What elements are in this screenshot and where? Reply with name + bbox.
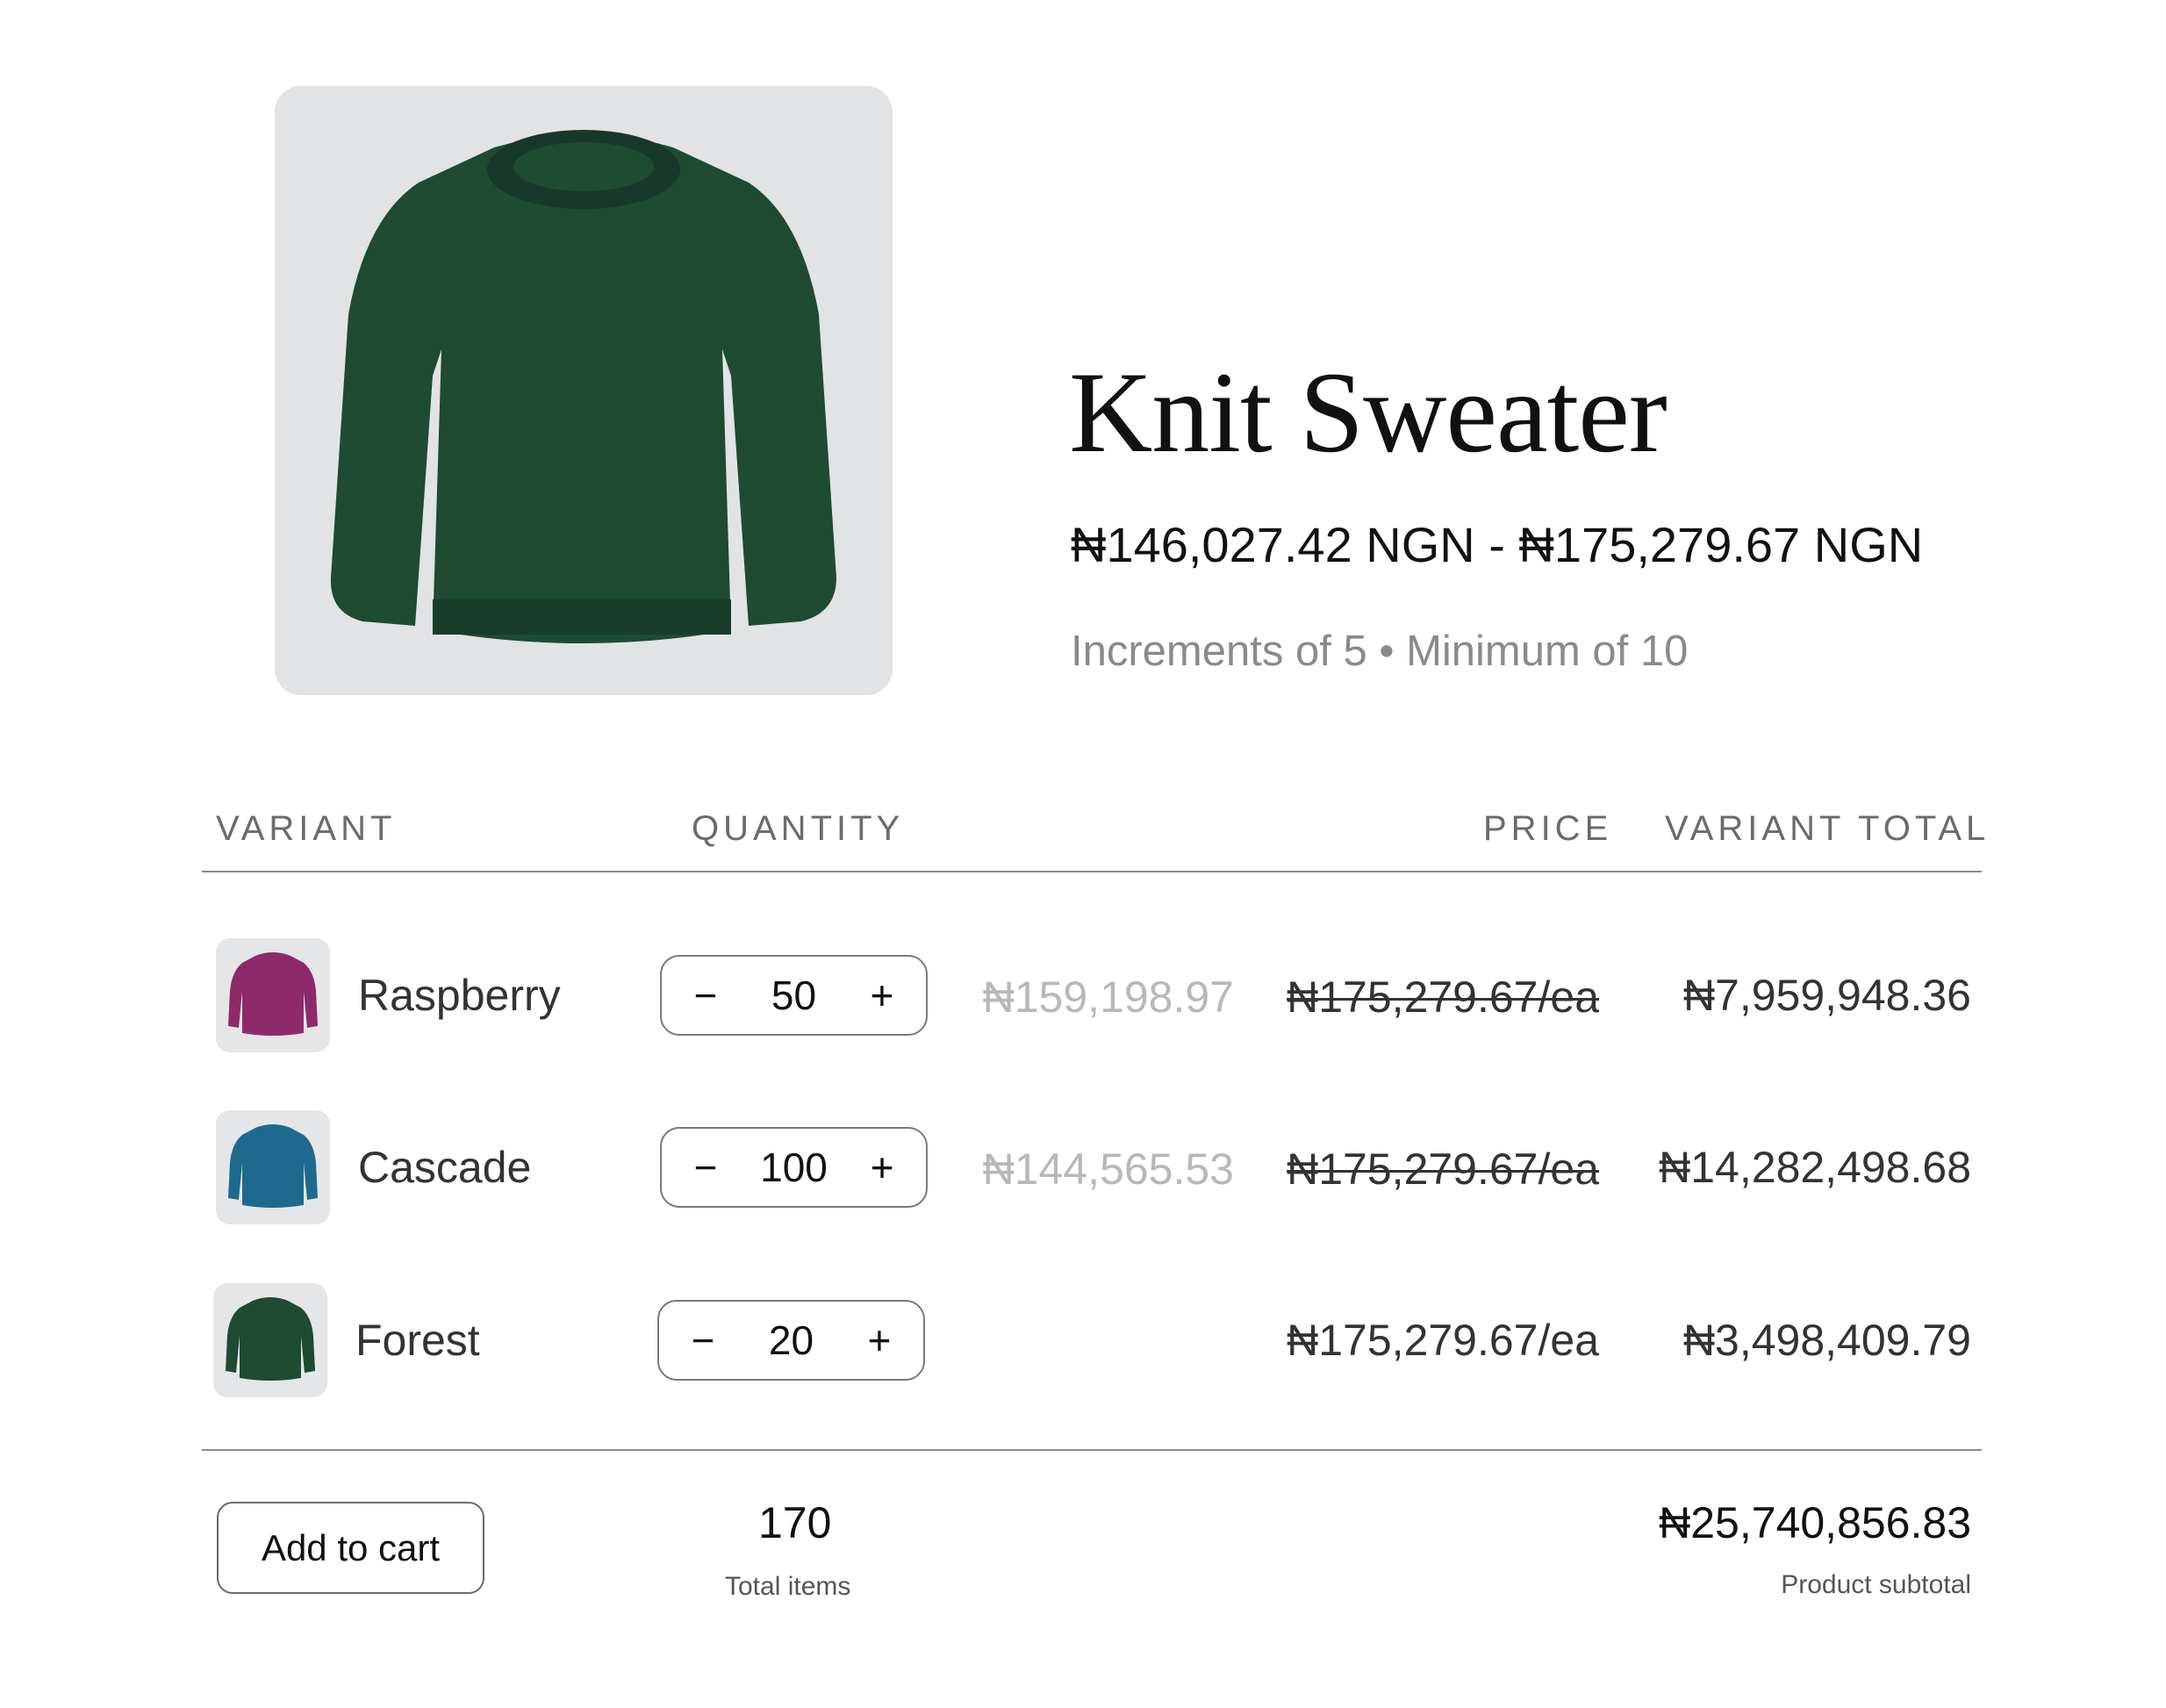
product-subtotal-label: Product subtotal xyxy=(1781,1570,1971,1599)
sweater-cascade-icon xyxy=(228,1124,318,1208)
header-variant: VARIANT xyxy=(216,809,397,848)
price-range: ₦146,027.42 NGN - ₦175,279.67 NGN xyxy=(1071,517,1924,572)
variant-name: Raspberry xyxy=(358,971,561,1020)
quantity-stepper[interactable]: − 20 + xyxy=(657,1300,925,1381)
header-price: PRICE xyxy=(1483,809,1613,848)
quantity-value[interactable]: 50 xyxy=(771,973,816,1017)
variant-thumbnail xyxy=(216,938,330,1052)
variant-thumbnail xyxy=(216,1110,330,1224)
decrement-button[interactable]: − xyxy=(688,1145,723,1189)
total-items-value: 170 xyxy=(758,1498,832,1547)
original-price: ₦175,279.67/ea xyxy=(1287,1145,1599,1194)
decrement-button[interactable]: − xyxy=(685,1318,721,1362)
quantity-stepper[interactable]: − 100 + xyxy=(660,1127,928,1208)
increment-button[interactable]: + xyxy=(862,1318,897,1362)
total-items-label: Total items xyxy=(725,1572,851,1601)
variant-name: Cascade xyxy=(358,1143,532,1192)
variant-thumbnail xyxy=(213,1283,327,1397)
quantity-value[interactable]: 20 xyxy=(769,1318,814,1362)
header-quantity: QUANTITY xyxy=(692,809,905,848)
add-to-cart-button[interactable]: Add to cart xyxy=(217,1502,484,1594)
unit-price: ₦175,279.67/ea xyxy=(1287,1316,1599,1365)
increment-button[interactable]: + xyxy=(864,973,900,1017)
decrement-button[interactable]: − xyxy=(688,973,723,1017)
product-image xyxy=(275,86,893,695)
variant-total: ₦14,282,498.68 xyxy=(1659,1143,1971,1192)
discounted-price: ₦159,198.97 xyxy=(982,972,1234,1022)
quantity-rules: Increments of 5 • Minimum of 10 xyxy=(1071,628,1689,675)
sweater-forest-icon xyxy=(226,1297,315,1381)
sweater-image-icon xyxy=(275,86,893,695)
quantity-value[interactable]: 100 xyxy=(760,1145,828,1189)
product-subtotal-value: ₦25,740,856.83 xyxy=(1659,1498,1971,1547)
quantity-stepper[interactable]: − 50 + xyxy=(660,955,928,1036)
discounted-price: ₦144,565.53 xyxy=(982,1145,1234,1194)
footer-divider xyxy=(202,1449,1982,1451)
increment-button[interactable]: + xyxy=(864,1145,900,1189)
variant-total: ₦3,498,409.79 xyxy=(1682,1316,1971,1365)
header-divider xyxy=(202,871,1982,872)
variant-name: Forest xyxy=(355,1316,480,1365)
variant-total: ₦7,959,948.36 xyxy=(1682,971,1971,1020)
sweater-raspberry-icon xyxy=(228,952,318,1036)
original-price: ₦175,279.67/ea xyxy=(1287,972,1599,1022)
product-title: Knit Sweater xyxy=(1069,348,1668,477)
header-variant-total: VARIANT TOTAL xyxy=(1665,809,1990,848)
